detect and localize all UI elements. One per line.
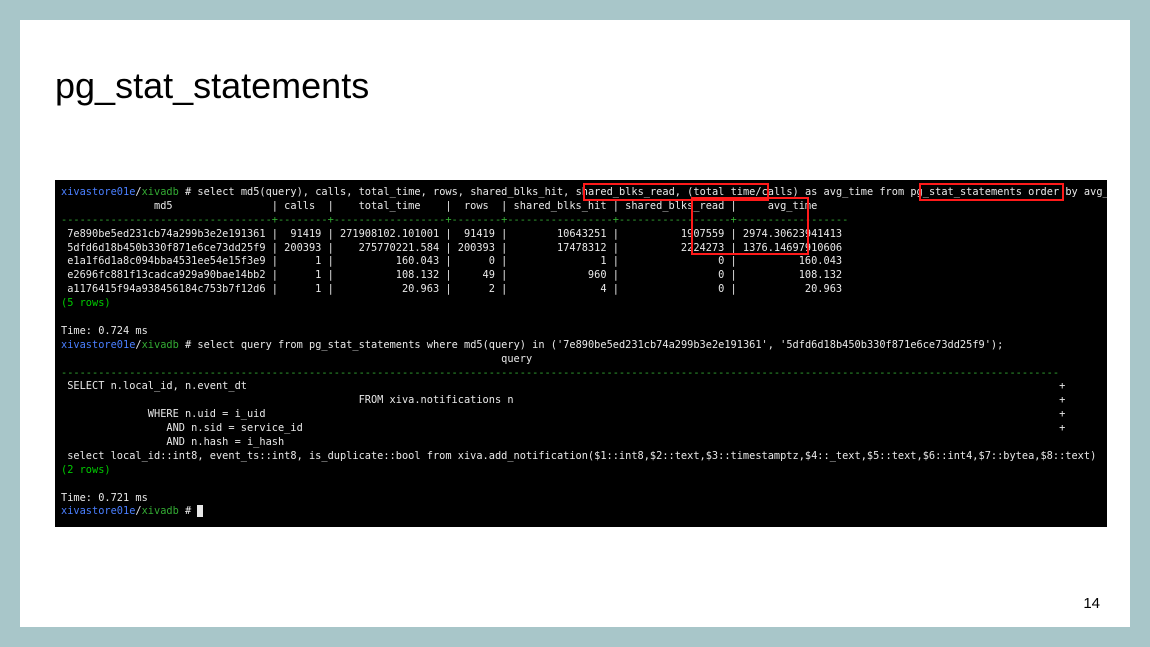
table2-row: WHERE n.uid = i_uid + [61,408,1101,422]
terminal-line-prompt: xivastore01e/xivadb # [61,505,1101,519]
table1-header: md5 | calls | total_time | rows | shared… [61,200,1101,214]
q1a: select md5(query), calls, total_time, ro… [197,186,687,198]
terminal-line-query1: xivastore01e/xivadb # select md5(query),… [61,186,1101,200]
time1: Time: 0.724 ms [61,325,1101,339]
hash: # [179,186,198,198]
terminal-line-query2: xivastore01e/xivadb # select query from … [61,339,1101,353]
db: xivadb [142,339,179,351]
q1d: order by avg_time desc [1028,186,1107,198]
table1-row: 7e890be5ed231cb74a299b3e2e191361 | 91419… [61,228,1101,242]
terminal-output: xivastore01e/xivadb # select md5(query),… [55,180,1107,527]
table2-row: AND n.sid = service_id + [61,422,1101,436]
hash: # [179,505,198,517]
blank [61,311,1101,325]
table2-row: AND n.hash = i_hash [61,436,1101,450]
table1-row: 5dfd6d18b450b330f871e6ce73dd25f9 | 20039… [61,242,1101,256]
table1-row: e2696fc881f13cadca929a90bae14bb2 | 1 | 1… [61,269,1101,283]
slide: pg_stat_statements xivastore01e/xivadb #… [20,20,1130,627]
host: xivastore01e [61,339,135,351]
q1b: (total_time/calls) as avg_time [687,186,873,198]
hash: # [179,339,198,351]
table2-header: query [61,353,1101,367]
table2-row: SELECT n.local_id, n.event_dt + [61,380,1101,394]
rows2: (2 rows) [61,464,1101,478]
table1-row: e1a1f6d1a8c094bba4531ee54e15f3e9 | 1 | 1… [61,255,1101,269]
table1-row: a1176415f94a938456184c753b7f12d6 | 1 | 2… [61,283,1101,297]
rows1: (5 rows) [61,297,1101,311]
host: xivastore01e [61,186,135,198]
table1-sep: ----------------------------------+-----… [61,214,1101,228]
slide-title: pg_stat_statements [55,65,369,107]
q2: select query from pg_stat_statements whe… [197,339,1003,351]
page-number: 14 [1083,595,1100,612]
db: xivadb [142,186,179,198]
db: xivadb [142,505,179,517]
table2-row: select local_id::int8, event_ts::int8, i… [61,450,1101,464]
table2-sep: ----------------------------------------… [61,367,1101,381]
host: xivastore01e [61,505,135,517]
blank [61,478,1101,492]
cursor [197,505,203,517]
time2: Time: 0.721 ms [61,492,1101,506]
table2-row: FROM xiva.notifications n + [61,394,1101,408]
q1c: from pg_stat_statements [873,186,1028,198]
